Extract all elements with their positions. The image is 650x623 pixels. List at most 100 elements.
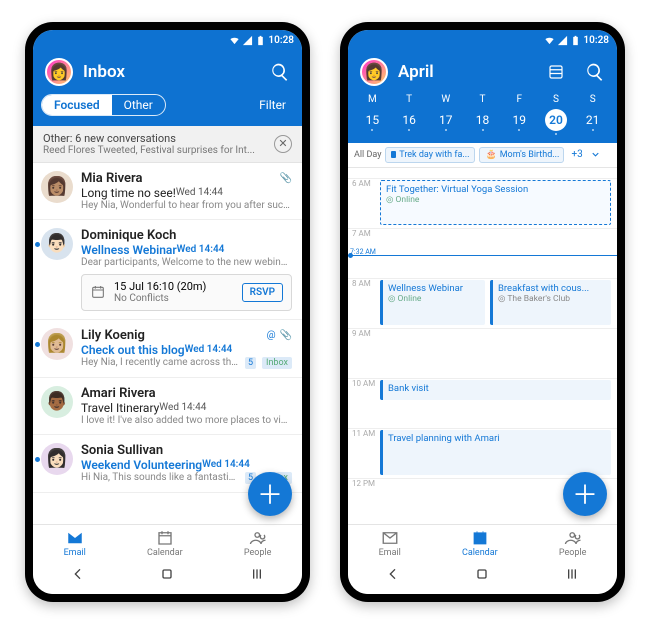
app-header: Inbox bbox=[33, 52, 302, 94]
date-number: 21 bbox=[586, 113, 600, 127]
date-cell[interactable]: 21 bbox=[574, 113, 611, 131]
nav-email[interactable]: Email bbox=[379, 529, 401, 558]
week-picker[interactable]: MTWTFSS 15 16 17 18 19 20 21 bbox=[348, 94, 617, 143]
message-time: Wed 14:44 bbox=[202, 459, 250, 470]
date-cell[interactable]: 17 bbox=[427, 113, 464, 131]
message-subject: Check out this blog bbox=[81, 343, 185, 357]
tab-other[interactable]: Other bbox=[112, 95, 165, 115]
nav-calendar-label: Calendar bbox=[462, 548, 498, 558]
search-icon[interactable] bbox=[270, 62, 290, 82]
back-icon[interactable] bbox=[70, 566, 86, 586]
nav-calendar-label: Calendar bbox=[147, 548, 183, 558]
event-yoga[interactable]: Fit Together: Virtual Yoga Session ◎ Onl… bbox=[380, 180, 611, 225]
unread-dot-icon bbox=[35, 342, 40, 347]
event-bank[interactable]: Bank visit bbox=[380, 380, 611, 400]
message-item[interactable]: 👨🏾 Amari Rivera Travel Itinerary Wed 14:… bbox=[33, 378, 302, 435]
avatar[interactable] bbox=[360, 58, 388, 86]
tab-focused[interactable]: Focused bbox=[42, 95, 112, 115]
message-time: Wed 14:44 bbox=[159, 402, 206, 413]
other-banner-title: Other: 6 new conversations bbox=[43, 132, 266, 145]
people-icon bbox=[564, 529, 582, 547]
sender-name: Lily Koenig bbox=[81, 328, 263, 343]
event-travel[interactable]: Travel planning with Amari bbox=[380, 430, 611, 475]
date-cell[interactable]: 19 bbox=[501, 113, 538, 131]
nav-calendar[interactable]: Calendar bbox=[462, 529, 498, 558]
plus-icon: ＋ bbox=[257, 475, 283, 512]
dow-label: S bbox=[538, 94, 575, 105]
compose-fab[interactable]: ＋ bbox=[248, 472, 292, 516]
back-icon[interactable] bbox=[385, 566, 401, 586]
square-icon bbox=[391, 151, 396, 158]
sender-name: Amari Rivera bbox=[81, 386, 292, 401]
tab-group: Focused Other bbox=[41, 94, 166, 116]
message-list[interactable]: 👩🏽 Mia Rivera 📎 Long time no see! Wed 14… bbox=[33, 163, 302, 524]
status-bar: 10:28 bbox=[33, 30, 302, 52]
other-banner-sub: Reed Flores Tweeted, Festival surprises … bbox=[43, 145, 266, 156]
hour-label: 6 AM bbox=[352, 179, 371, 188]
battery-icon bbox=[255, 35, 266, 46]
chevron-down-icon[interactable] bbox=[590, 149, 601, 160]
wifi-icon bbox=[544, 35, 555, 46]
message-preview: Hey Nia, Wonderful to hear from you afte… bbox=[81, 200, 292, 211]
sender-avatar[interactable]: 👨🏾 bbox=[41, 386, 73, 418]
search-icon[interactable] bbox=[585, 62, 605, 82]
event-dot-icon bbox=[592, 129, 594, 131]
event-webinar[interactable]: Wellness Webinar ◎ Online bbox=[380, 280, 485, 325]
home-icon[interactable] bbox=[474, 566, 490, 586]
recents-icon[interactable] bbox=[564, 566, 580, 586]
nav-email[interactable]: Email bbox=[64, 529, 86, 558]
message-time: Wed 14:44 bbox=[176, 187, 223, 198]
unread-dot-icon bbox=[35, 242, 40, 247]
message-subject: Wellness Webinar bbox=[81, 243, 177, 257]
event-dot-icon bbox=[445, 129, 447, 131]
event-title: Bank visit bbox=[388, 383, 606, 394]
allday-event-2[interactable]: 🎂Mom's Birthd... bbox=[479, 147, 564, 163]
app-header: April bbox=[348, 52, 617, 94]
mail-icon bbox=[66, 529, 84, 547]
sender-avatar[interactable]: 👩🏻 bbox=[41, 443, 73, 475]
meeting-card[interactable]: 15 Jul 16:10 (20m) No Conflicts RSVP bbox=[81, 274, 292, 311]
message-time: Wed 14:44 bbox=[185, 344, 233, 355]
inbox-tabs: Focused Other Filter bbox=[33, 94, 302, 126]
date-cell[interactable]: 15 bbox=[354, 113, 391, 131]
message-item[interactable]: 👨🏻 Dominique Koch Wellness Webinar Wed 1… bbox=[33, 220, 302, 320]
date-cell[interactable]: 16 bbox=[391, 113, 428, 131]
event-title: Wellness Webinar bbox=[388, 283, 480, 294]
message-preview: Hi Nia, This sounds like a fantastic... bbox=[81, 472, 239, 483]
message-item[interactable]: 👩🏼 Lily Koenig @ 📎 Check out this blog W… bbox=[33, 320, 302, 378]
now-indicator bbox=[348, 255, 617, 256]
nav-email-label: Email bbox=[379, 548, 401, 558]
avatar[interactable] bbox=[45, 58, 73, 86]
agenda-icon[interactable] bbox=[547, 63, 565, 81]
meeting-conflicts: No Conflicts bbox=[114, 293, 234, 305]
nav-email-label: Email bbox=[64, 548, 86, 558]
plus-icon: ＋ bbox=[572, 475, 598, 512]
day-timeline[interactable]: 6 AM 7 AM 8 AM 9 AM 10 AM 11 AM 12 PM 7:… bbox=[348, 168, 617, 524]
allday-event-1[interactable]: Trek day with fa... bbox=[385, 147, 475, 163]
nav-calendar[interactable]: Calendar bbox=[147, 529, 183, 558]
date-cell[interactable]: 18 bbox=[464, 113, 501, 131]
date-cell[interactable]: 20 bbox=[538, 109, 575, 135]
sender-name: Mia Rivera bbox=[81, 171, 276, 186]
event-breakfast[interactable]: Breakfast with cous... ◎ The Baker's Clu… bbox=[490, 280, 611, 325]
nav-people[interactable]: People bbox=[559, 529, 587, 558]
sender-avatar[interactable]: 👨🏻 bbox=[41, 228, 73, 260]
rsvp-button[interactable]: RSVP bbox=[242, 283, 283, 302]
android-nav bbox=[33, 560, 302, 594]
phone-calendar: 10:28 April MTWTFSS 15 16 17 18 19 20 21 bbox=[340, 22, 625, 602]
allday-more[interactable]: +3 bbox=[568, 149, 585, 160]
home-icon[interactable] bbox=[159, 566, 175, 586]
now-label: 7:32 AM bbox=[350, 248, 376, 256]
nav-people[interactable]: People bbox=[244, 529, 272, 558]
event-dot-icon bbox=[555, 133, 557, 135]
sender-avatar[interactable]: 👩🏽 bbox=[41, 171, 73, 203]
new-event-fab[interactable]: ＋ bbox=[563, 472, 607, 516]
wifi-icon bbox=[229, 35, 240, 46]
filter-button[interactable]: Filter bbox=[259, 98, 290, 112]
other-banner[interactable]: Other: 6 new conversations Reed Flores T… bbox=[33, 126, 302, 163]
message-item[interactable]: 👩🏽 Mia Rivera 📎 Long time no see! Wed 14… bbox=[33, 163, 302, 220]
sender-avatar[interactable]: 👩🏼 bbox=[41, 328, 73, 360]
recents-icon[interactable] bbox=[249, 566, 265, 586]
close-icon[interactable]: ✕ bbox=[274, 135, 292, 153]
calendar-icon bbox=[471, 529, 489, 547]
